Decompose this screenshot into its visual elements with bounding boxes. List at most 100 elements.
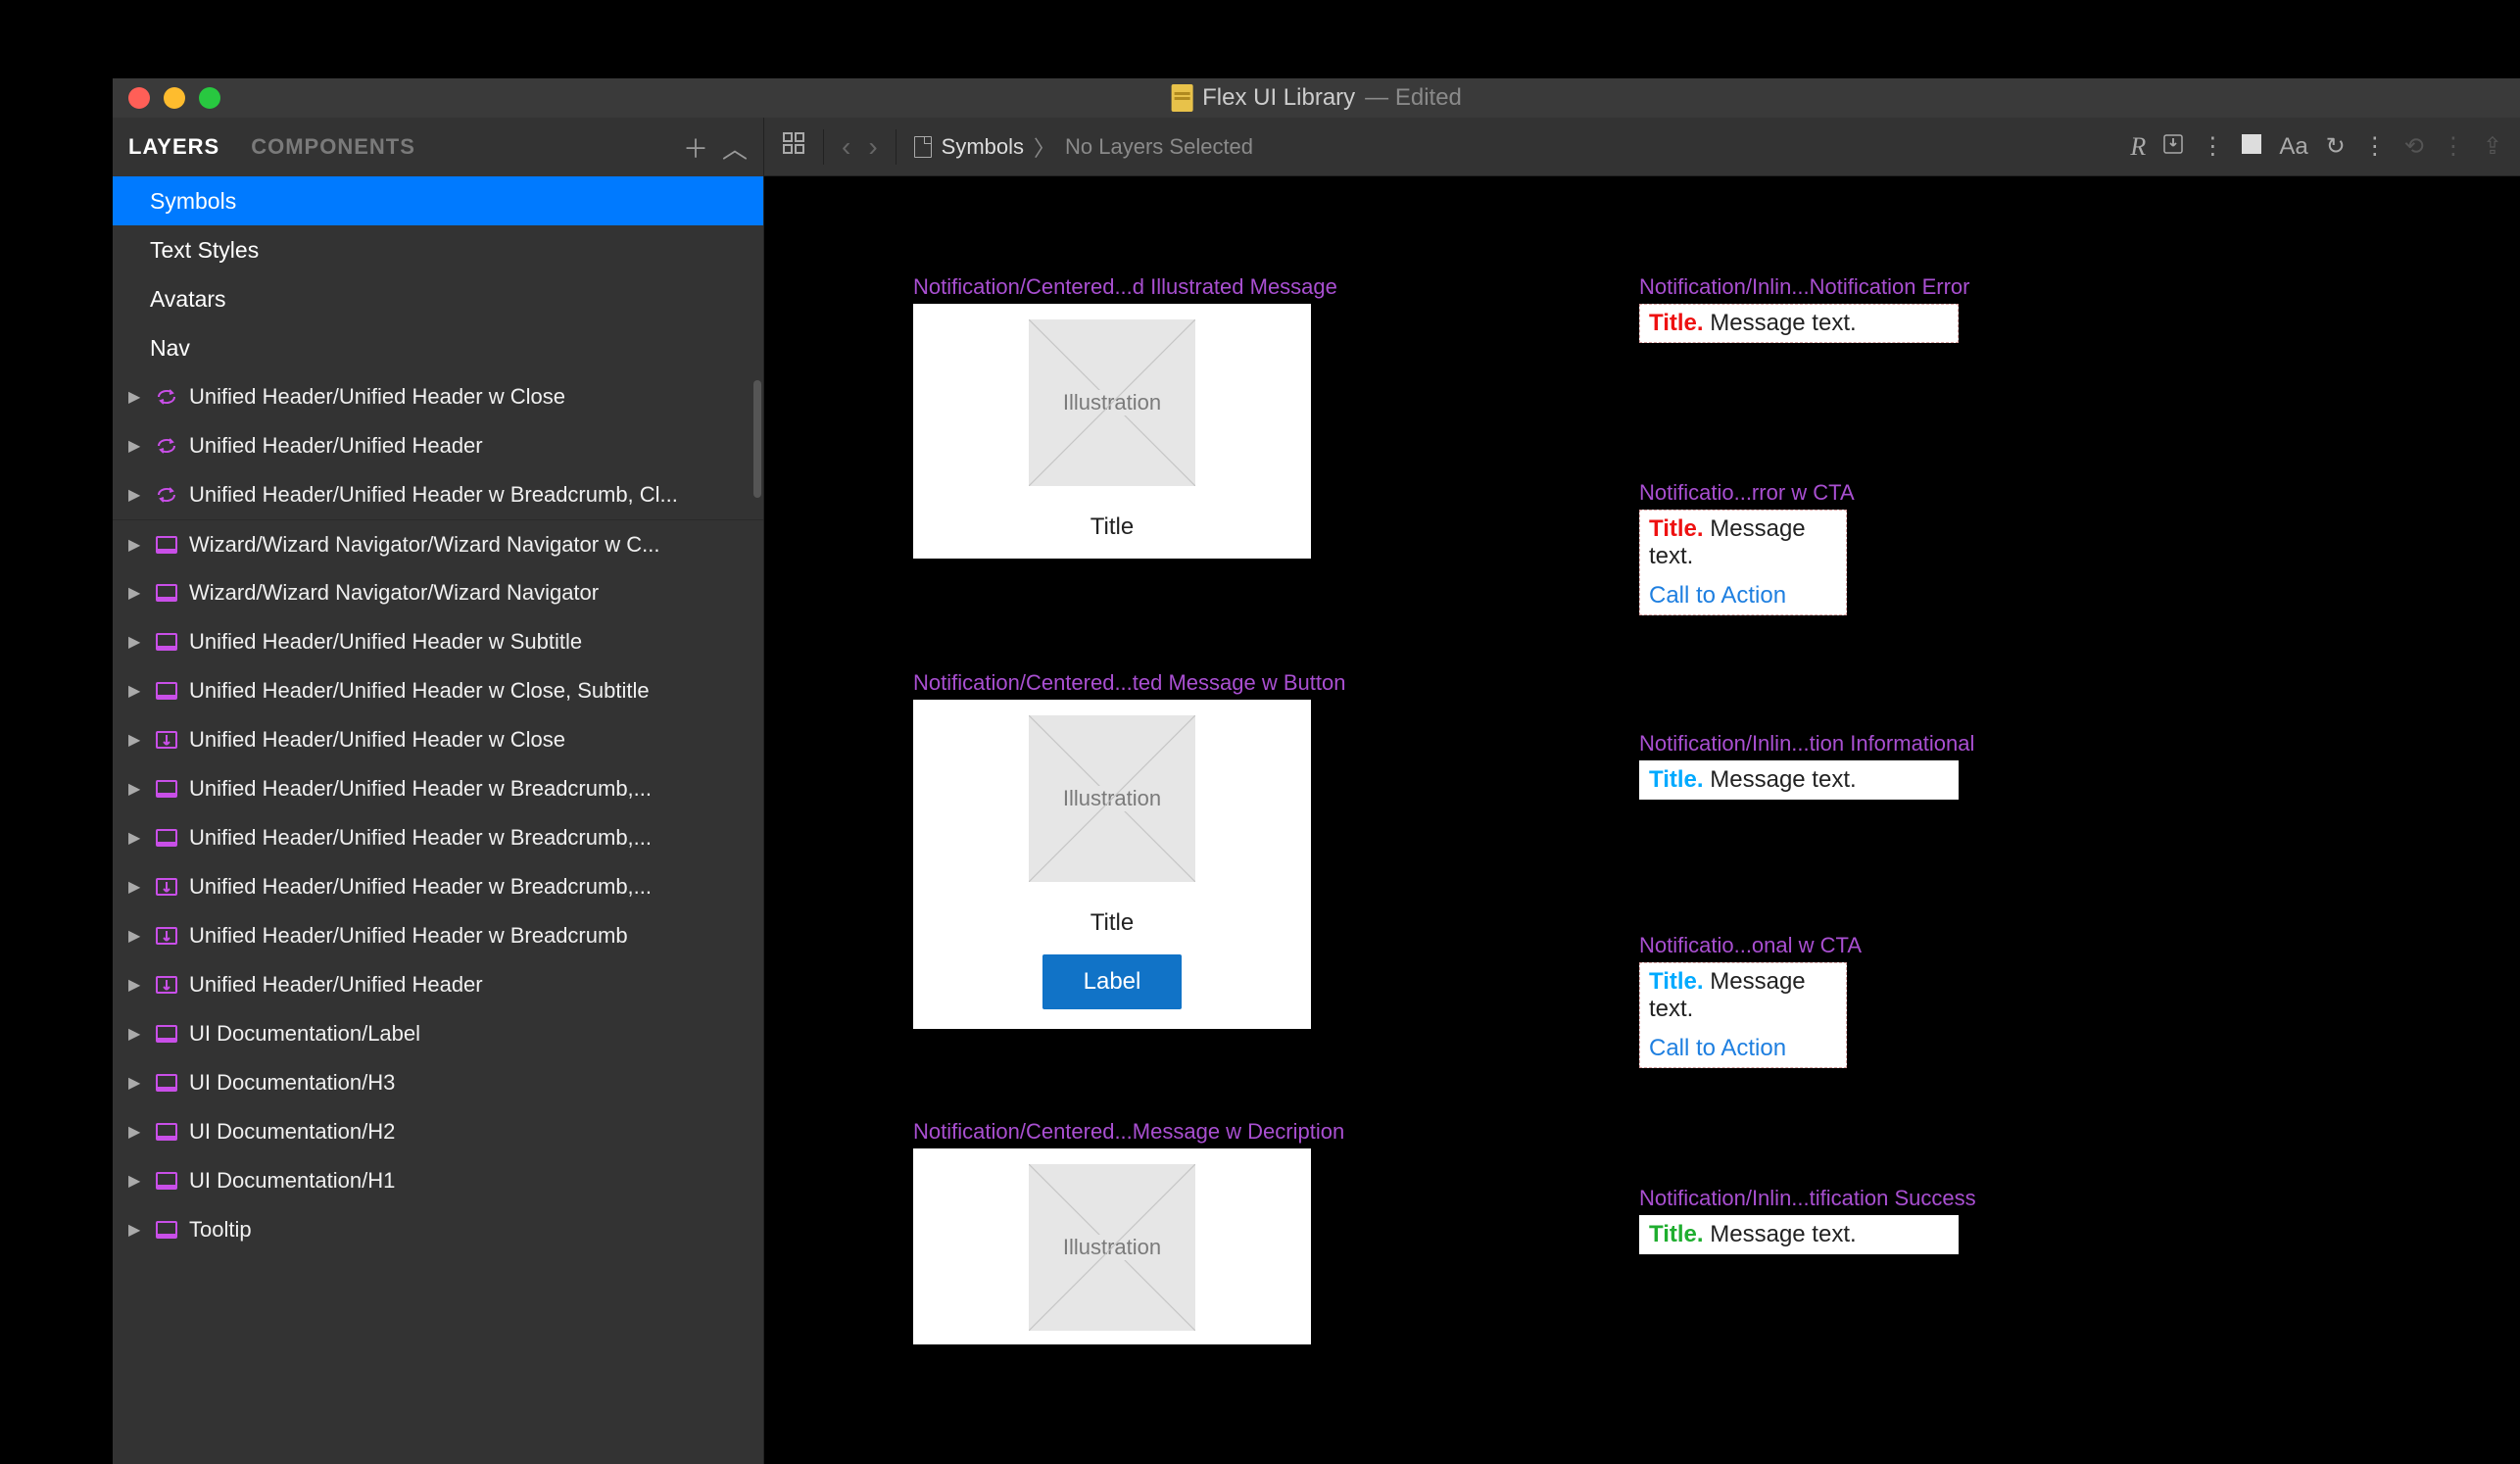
card-button[interactable]: Label: [1042, 954, 1183, 1009]
page-icon: [914, 136, 932, 158]
disclosure-triangle-icon[interactable]: ▶: [128, 387, 144, 407]
layer-row[interactable]: ▶Unified Header/Unified Header: [113, 960, 763, 1009]
disclosure-triangle-icon[interactable]: ▶: [128, 1220, 144, 1240]
page-row-text-styles[interactable]: Text Styles: [113, 225, 763, 274]
layer-label: UI Documentation/H2: [189, 1119, 395, 1145]
disclosure-triangle-icon[interactable]: ▶: [128, 828, 144, 848]
illustration-placeholder: Illustration: [1029, 319, 1195, 486]
collapse-pages-button[interactable]: ︿: [722, 129, 748, 166]
layer-row[interactable]: ▶UI Documentation/H1: [113, 1156, 763, 1205]
nav-forward-button[interactable]: ›: [868, 131, 877, 163]
inline-title: Title.: [1649, 515, 1704, 542]
artboard[interactable]: Notification/Centered...Message w Decrip…: [913, 1148, 1311, 1344]
layer-row[interactable]: ▶ Unified Header/Unified Header: [113, 421, 763, 470]
fill-icon[interactable]: [2242, 133, 2261, 161]
disclosure-triangle-icon[interactable]: ▶: [128, 1073, 144, 1093]
disclosure-triangle-icon[interactable]: ▶: [128, 632, 144, 652]
illustration-label: Illustration: [1057, 390, 1167, 415]
inline-cta[interactable]: Call to Action: [1649, 582, 1837, 610]
disclosure-triangle-icon[interactable]: ▶: [128, 975, 144, 995]
text-style-icon[interactable]: Aa: [2279, 133, 2307, 161]
sync-icon[interactable]: ↻: [2326, 132, 2346, 161]
artboard-label[interactable]: Notificatio...rror w CTA: [1639, 480, 1855, 506]
page-row-nav[interactable]: Nav: [113, 323, 763, 372]
artboard-label[interactable]: Notification/Centered...Message w Decrip…: [913, 1119, 1344, 1145]
layer-row[interactable]: ▶Unified Header/Unified Header w Breadcr…: [113, 813, 763, 862]
artboard-label[interactable]: Notificatio...onal w CTA: [1639, 933, 1862, 958]
artboard[interactable]: Notification/Centered...d Illustrated Me…: [913, 304, 1311, 559]
artboard-label[interactable]: Notification/Centered...d Illustrated Me…: [913, 274, 1337, 300]
layer-type-icon: [154, 1220, 179, 1240]
layer-type-icon: [154, 1171, 179, 1191]
layer-row[interactable]: ▶Unified Header/Unified Header w Close: [113, 372, 763, 421]
minimize-window-button[interactable]: [164, 87, 185, 109]
layer-row[interactable]: ▶Wizard/Wizard Navigator/Wizard Navigato…: [113, 568, 763, 617]
tab-components[interactable]: COMPONENTS: [251, 134, 415, 160]
disclosure-triangle-icon[interactable]: ▶: [128, 1024, 144, 1044]
disclosure-triangle-icon[interactable]: ▶: [128, 877, 144, 897]
layer-row[interactable]: ▶Unified Header/Unified Header w Close: [113, 715, 763, 764]
page-row-symbols[interactable]: Symbols: [113, 176, 763, 225]
layer-row[interactable]: ▶Unified Header/Unified Header w Breadcr…: [113, 764, 763, 813]
more-2-icon[interactable]: ⋮: [2363, 132, 2387, 161]
inline-message: Message text.: [1710, 1221, 1856, 1247]
grid-view-icon[interactable]: [782, 131, 805, 162]
illustration-placeholder: Illustration: [1029, 1164, 1195, 1331]
disclosure-triangle-icon[interactable]: ▶: [128, 779, 144, 799]
rotate-icon: ⟲: [2404, 132, 2424, 161]
layer-label: Unified Header/Unified Header: [189, 433, 483, 459]
breadcrumb-separator: 〉: [1034, 131, 1055, 163]
window-edited-suffix: — Edited: [1365, 84, 1462, 112]
disclosure-triangle-icon[interactable]: ▶: [128, 926, 144, 946]
layer-row[interactable]: ▶Unified Header/Unified Header w Close, …: [113, 666, 763, 715]
artboard-label[interactable]: Notification/Centered...ted Message w Bu…: [913, 670, 1345, 696]
inline-cta[interactable]: Call to Action: [1649, 1035, 1837, 1062]
inline-notification: Title. Message text.Call to Action: [1639, 510, 1847, 615]
disclosure-triangle-icon[interactable]: ▶: [128, 436, 144, 456]
disclosure-triangle-icon[interactable]: ▶: [128, 485, 144, 505]
disclosure-triangle-icon[interactable]: ▶: [128, 681, 144, 701]
tab-layers[interactable]: LAYERS: [128, 134, 219, 160]
artboard-label[interactable]: Notification/Inlin...tification Success: [1639, 1186, 1976, 1211]
layer-row[interactable]: ▶Unified Header/Unified Header w Breadcr…: [113, 470, 763, 519]
layer-row[interactable]: ▶Unified Header/Unified Header w Breadcr…: [113, 911, 763, 960]
layer-row[interactable]: ▶ UI Documentation/H2: [113, 1107, 763, 1156]
layer-row[interactable]: ▶Unified Header/Unified Header w Subtitl…: [113, 617, 763, 666]
disclosure-triangle-icon[interactable]: ▶: [128, 583, 144, 603]
breadcrumb-page[interactable]: Symbols: [942, 134, 1024, 160]
layer-row[interactable]: ▶Tooltip: [113, 1205, 763, 1254]
artboard[interactable]: Notification/Inlin...tion InformationalT…: [1639, 760, 1959, 800]
add-page-button[interactable]: ＋: [683, 129, 708, 166]
disclosure-triangle-icon[interactable]: ▶: [128, 1122, 144, 1142]
sidebar-tabs: LAYERS COMPONENTS ＋ ︿: [113, 118, 763, 176]
runner-icon[interactable]: R: [2130, 132, 2146, 162]
artboard-label[interactable]: Notification/Inlin...Notification Error: [1639, 274, 1969, 300]
layer-type-icon: [154, 828, 179, 848]
inline-notification: Title. Message text.: [1639, 304, 1959, 343]
zoom-window-button[interactable]: [199, 87, 220, 109]
artboard[interactable]: Notification/Inlin...tification SuccessT…: [1639, 1215, 1959, 1254]
layer-type-icon: [154, 730, 179, 750]
document-icon: [1171, 84, 1192, 112]
layer-row[interactable]: ▶UI Documentation/Label: [113, 1009, 763, 1058]
layer-row[interactable]: ▶Unified Header/Unified Header w Breadcr…: [113, 862, 763, 911]
disclosure-triangle-icon[interactable]: ▶: [128, 730, 144, 750]
canvas[interactable]: Notification/Centered...d Illustrated Me…: [764, 176, 2520, 1464]
layer-type-icon: [154, 485, 179, 505]
breadcrumb-selection: No Layers Selected: [1065, 134, 1253, 160]
artboard[interactable]: Notificatio...rror w CTATitle. Message t…: [1639, 510, 1847, 615]
more-icon[interactable]: ⋮: [2201, 132, 2224, 161]
pages-list: SymbolsText StylesAvatarsNav: [113, 176, 763, 372]
artboard[interactable]: Notification/Inlin...Notification ErrorT…: [1639, 304, 1959, 343]
page-row-avatars[interactable]: Avatars: [113, 274, 763, 323]
disclosure-triangle-icon[interactable]: ▶: [128, 535, 144, 555]
close-window-button[interactable]: [128, 87, 150, 109]
layer-row[interactable]: ▶Wizard/Wizard Navigator/Wizard Navigato…: [113, 519, 763, 568]
artboard[interactable]: Notificatio...onal w CTATitle. Message t…: [1639, 962, 1847, 1068]
layer-row[interactable]: ▶UI Documentation/H3: [113, 1058, 763, 1107]
artboard[interactable]: Notification/Centered...ted Message w Bu…: [913, 700, 1311, 1029]
download-icon[interactable]: [2163, 133, 2183, 161]
artboard-label[interactable]: Notification/Inlin...tion Informational: [1639, 731, 1974, 756]
nav-back-button[interactable]: ‹: [842, 131, 850, 163]
disclosure-triangle-icon[interactable]: ▶: [128, 1171, 144, 1191]
